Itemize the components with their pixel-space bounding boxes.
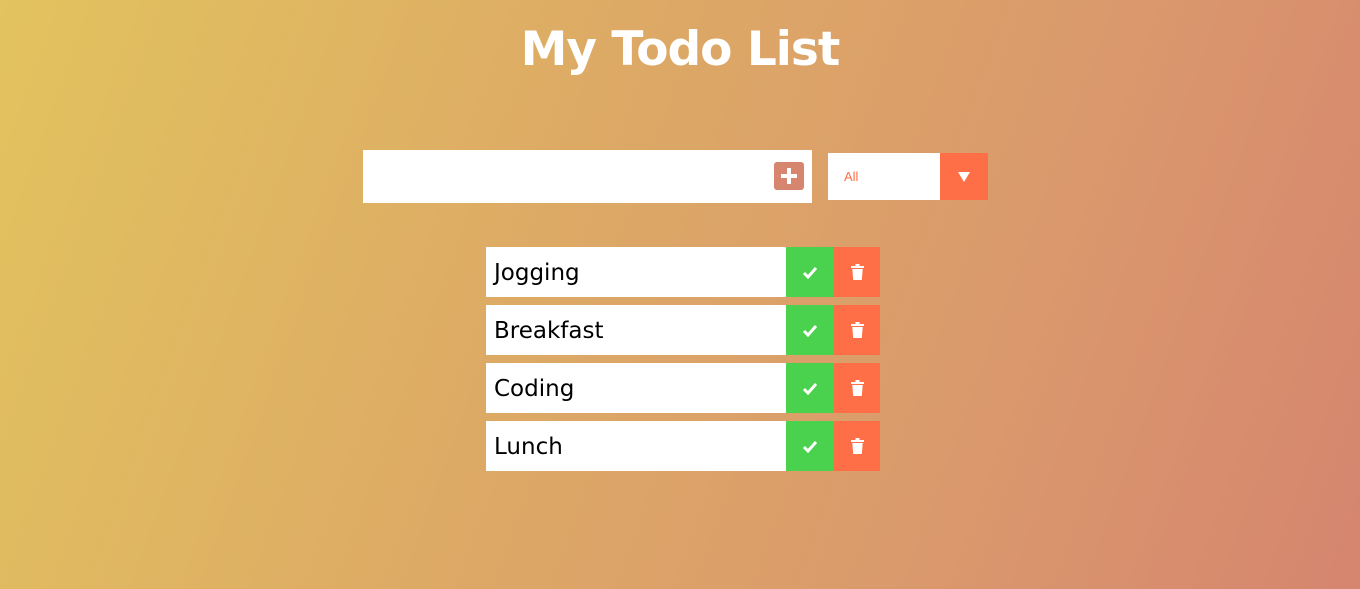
todo-item: Jogging [486, 247, 880, 297]
plus-square-icon [781, 168, 797, 184]
trash-icon [850, 264, 864, 280]
trash-icon [850, 380, 864, 396]
check-icon [802, 440, 818, 453]
trash-icon [850, 322, 864, 338]
todo-input[interactable] [363, 150, 768, 203]
check-icon [802, 382, 818, 395]
delete-button[interactable] [834, 305, 880, 355]
todo-item: Coding [486, 363, 880, 413]
add-todo-button[interactable] [774, 162, 804, 190]
check-icon [802, 266, 818, 279]
todo-text: Breakfast [494, 318, 604, 344]
todo-text: Jogging [494, 260, 580, 286]
filter-dropdown-button[interactable] [940, 153, 988, 200]
complete-button[interactable] [786, 363, 834, 413]
todo-item: Lunch [486, 421, 880, 471]
page-title: My Todo List [520, 22, 841, 77]
complete-button[interactable] [786, 421, 834, 471]
todo-text: Lunch [494, 434, 563, 460]
add-todo-form [363, 150, 812, 203]
check-icon [802, 324, 818, 337]
todo-item: Breakfast [486, 305, 880, 355]
todo-text: Coding [494, 376, 575, 402]
delete-button[interactable] [834, 247, 880, 297]
complete-button[interactable] [786, 305, 834, 355]
delete-button[interactable] [834, 421, 880, 471]
delete-button[interactable] [834, 363, 880, 413]
trash-icon [850, 438, 864, 454]
filter-selected-value: All [844, 169, 859, 184]
filter-select[interactable]: All [828, 153, 988, 200]
todo-list: Jogging Breakfast Coding Lunch [486, 247, 880, 479]
complete-button[interactable] [786, 247, 834, 297]
caret-down-icon [958, 171, 970, 182]
